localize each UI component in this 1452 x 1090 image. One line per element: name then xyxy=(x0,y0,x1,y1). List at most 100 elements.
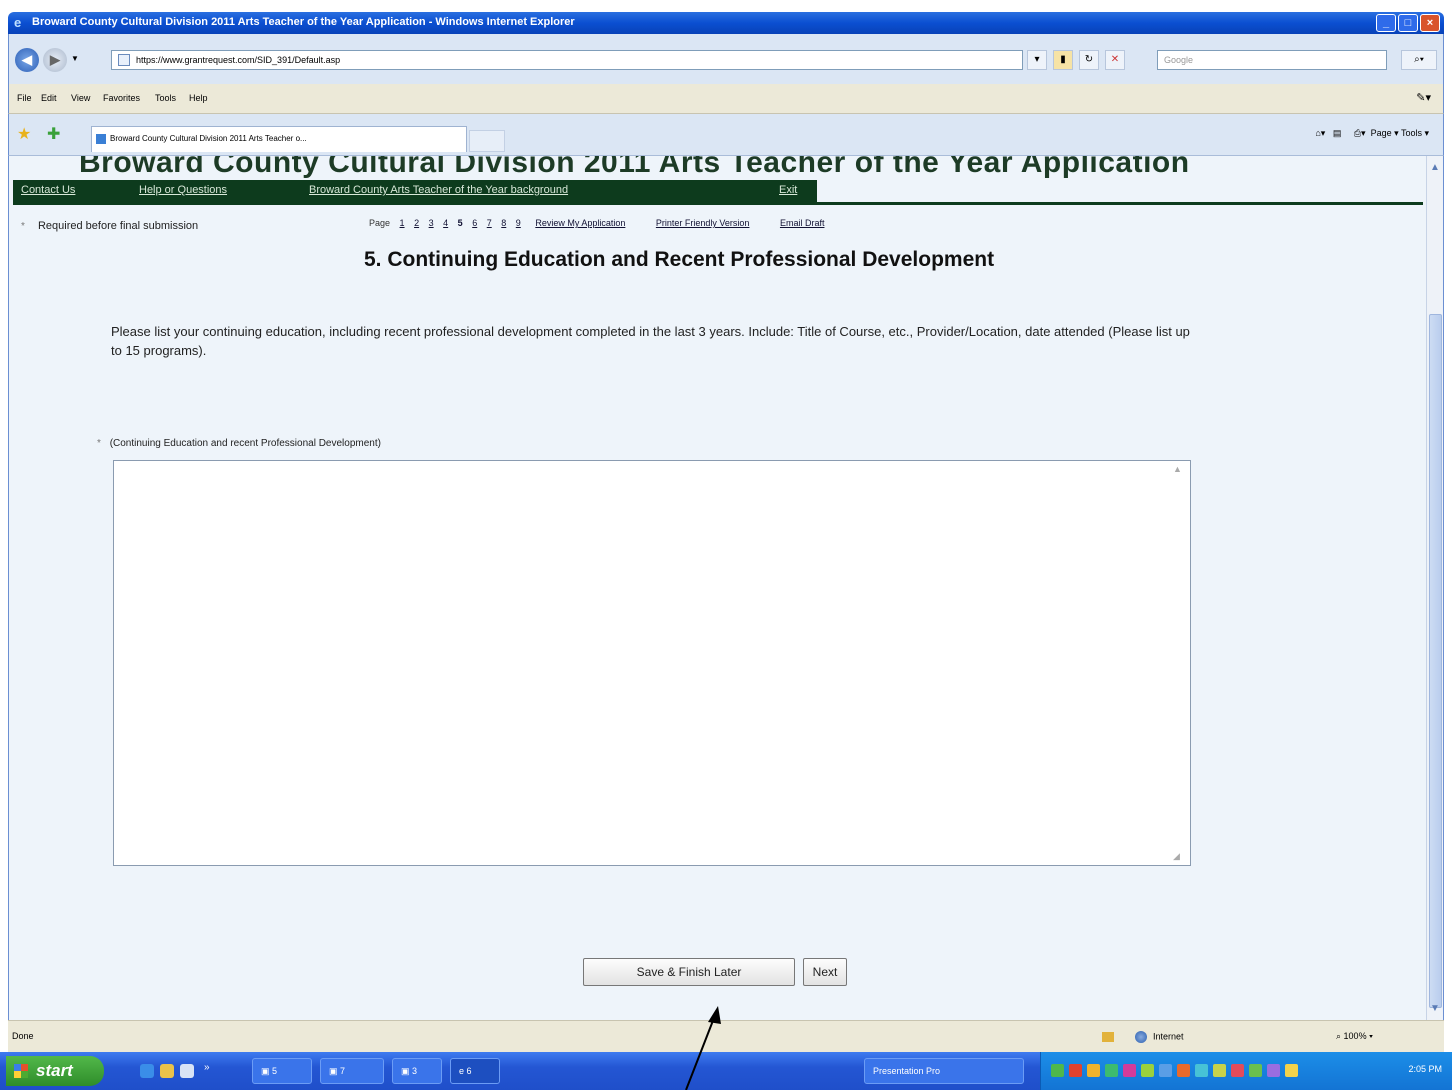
menu-view[interactable]: View xyxy=(71,93,90,103)
textarea-scroll-up-icon[interactable]: ▲ xyxy=(1173,464,1182,474)
tray-icon-9[interactable] xyxy=(1195,1064,1208,1077)
menu-bar: File Edit View Favorites Tools Help ✎▾ xyxy=(8,84,1444,114)
save-finish-later-button[interactable]: Save & Finish Later xyxy=(583,958,795,986)
maximize-button[interactable]: □ xyxy=(1398,14,1418,32)
tray-icon-6[interactable] xyxy=(1141,1064,1154,1077)
textarea-scrollbar[interactable]: ▲ ◢ xyxy=(1169,462,1189,864)
command-bar-label[interactable]: Page ▾ Tools ▾ xyxy=(1371,128,1429,138)
nav-contact-us[interactable]: Contact Us xyxy=(21,184,75,196)
minimize-button[interactable]: _ xyxy=(1376,14,1396,32)
menu-file[interactable]: File xyxy=(17,93,32,103)
feeds-icon[interactable]: ▤ xyxy=(1333,128,1342,138)
refresh-icon[interactable]: ↻ xyxy=(1079,50,1099,70)
tray-icon-10[interactable] xyxy=(1213,1064,1226,1077)
back-button[interactable]: ◀ xyxy=(15,48,39,72)
field-label: * (Continuing Education and recent Profe… xyxy=(97,438,381,449)
toolbar-extras-icon[interactable]: ✎▾ xyxy=(1416,91,1431,104)
page-link-7[interactable]: 7 xyxy=(487,218,492,228)
tray-icon-5[interactable] xyxy=(1123,1064,1136,1077)
search-input[interactable]: Google xyxy=(1157,50,1387,70)
nav-exit[interactable]: Exit xyxy=(779,184,797,196)
quicklaunch-ie-icon[interactable] xyxy=(140,1064,154,1078)
new-tab-button[interactable] xyxy=(469,130,505,152)
stop-icon[interactable]: ✕ xyxy=(1105,50,1125,70)
zoom-level: 100% xyxy=(1343,1031,1367,1041)
zone-label: Internet xyxy=(1153,1031,1184,1042)
command-bar[interactable]: ⌂▾ ▤ ⎙▾ Page ▾ Tools ▾ xyxy=(1315,128,1429,139)
tray-icon-7[interactable] xyxy=(1159,1064,1172,1077)
tray-icon-3[interactable] xyxy=(1087,1064,1100,1077)
page-link-9[interactable]: 9 xyxy=(516,218,521,228)
taskbar-group-1-count: 5 xyxy=(272,1066,278,1076)
zoom-control[interactable]: ⌕ 100% ▾ xyxy=(1336,1031,1373,1042)
forward-button[interactable]: ▶ xyxy=(43,48,67,72)
home-icon[interactable]: ⌂▾ xyxy=(1315,128,1325,138)
taskbar-group-ie[interactable]: e 6 xyxy=(450,1058,500,1084)
scroll-down-icon[interactable]: ▼ xyxy=(1430,1003,1440,1014)
scroll-up-icon[interactable]: ▲ xyxy=(1430,162,1440,173)
continuing-education-textarea[interactable] xyxy=(113,460,1191,866)
instructions-text: Please list your continuing education, i… xyxy=(111,324,1190,358)
tray-icon-2[interactable] xyxy=(1069,1064,1082,1077)
nav-background[interactable]: Broward County Arts Teacher of the Year … xyxy=(309,184,568,196)
tray-icon-14[interactable] xyxy=(1285,1064,1298,1077)
page-link-2[interactable]: 2 xyxy=(414,218,419,228)
nav-help-or-questions[interactable]: Help or Questions xyxy=(139,184,227,196)
taskbar: start » ▣ 5 ▣ 7 ▣ 3 e 6 Presentation Pro… xyxy=(0,1052,1452,1090)
scrollbar-thumb[interactable] xyxy=(1429,314,1442,1008)
browser-tab[interactable]: Broward County Cultural Division 2011 Ar… xyxy=(91,126,467,152)
printer-friendly-link[interactable]: Printer Friendly Version xyxy=(656,218,750,228)
window-title-bar[interactable]: e Broward County Cultural Division 2011 … xyxy=(8,12,1444,34)
menu-edit[interactable]: Edit xyxy=(41,93,57,103)
address-bar[interactable]: https://www.grantrequest.com/SID_391/Def… xyxy=(111,50,1023,70)
menu-tools[interactable]: Tools xyxy=(155,93,176,103)
page-link-3[interactable]: 3 xyxy=(429,218,434,228)
page-link-6[interactable]: 6 xyxy=(472,218,477,228)
search-icon[interactable]: ⌕▾ xyxy=(1401,50,1437,70)
taskbar-group-2-count: 7 xyxy=(340,1066,346,1076)
add-favorite-icon[interactable]: ✚ xyxy=(47,124,60,144)
favorites-star-icon[interactable]: ★ xyxy=(17,124,31,144)
tray-icon-13[interactable] xyxy=(1267,1064,1280,1077)
tray-icon-11[interactable] xyxy=(1231,1064,1244,1077)
address-dropdown-icon[interactable]: ▾ xyxy=(1027,50,1047,70)
page-scrollbar[interactable]: ▲ ▼ xyxy=(1426,156,1444,1020)
textarea-resize-icon[interactable]: ◢ xyxy=(1173,851,1180,862)
tray-icon-1[interactable] xyxy=(1051,1064,1064,1077)
page-label: Page xyxy=(369,218,391,228)
review-application-link[interactable]: Review My Application xyxy=(535,218,625,228)
page-link-4[interactable]: 4 xyxy=(443,218,448,228)
print-icon[interactable]: ⎙▾ xyxy=(1354,128,1366,138)
start-button[interactable]: start xyxy=(6,1056,104,1086)
lock-icon[interactable]: ▮ xyxy=(1053,50,1073,70)
menu-help[interactable]: Help xyxy=(189,93,208,103)
nav-divider xyxy=(13,202,1423,205)
page-link-8[interactable]: 8 xyxy=(501,218,506,228)
taskbar-group-2[interactable]: ▣ 7 xyxy=(320,1058,384,1084)
site-nav-bar: Contact Us Help or Questions Broward Cou… xyxy=(13,180,817,202)
close-button[interactable]: × xyxy=(1420,14,1440,32)
page-link-1[interactable]: 1 xyxy=(400,218,405,228)
ie-logo-icon: e xyxy=(14,15,22,30)
menu-favorites[interactable]: Favorites xyxy=(103,93,140,103)
tray-icon-12[interactable] xyxy=(1249,1064,1262,1077)
tray-icon-8[interactable] xyxy=(1177,1064,1190,1077)
history-dropdown-icon[interactable]: ▼ xyxy=(71,54,79,63)
address-text: https://www.grantrequest.com/SID_391/Def… xyxy=(136,55,341,65)
quicklaunch-desktop-icon[interactable] xyxy=(180,1064,194,1078)
taskbar-group-1[interactable]: ▣ 5 xyxy=(252,1058,312,1084)
protected-mode-icon xyxy=(1102,1032,1114,1042)
taskbar-group-3[interactable]: ▣ 3 xyxy=(392,1058,442,1084)
status-bar: Done Internet ⌕ 100% ▾ xyxy=(8,1020,1444,1052)
tray-icon-4[interactable] xyxy=(1105,1064,1118,1077)
window-title: Broward County Cultural Division 2011 Ar… xyxy=(32,16,575,28)
taskbar-group-3-count: 3 xyxy=(412,1066,418,1076)
next-button[interactable]: Next xyxy=(803,958,847,986)
email-draft-link[interactable]: Email Draft xyxy=(780,218,825,228)
windows-flag-icon xyxy=(14,1064,28,1078)
quicklaunch-folder-icon[interactable] xyxy=(160,1064,174,1078)
quicklaunch-more-icon[interactable]: » xyxy=(204,1062,210,1073)
required-note: * Required before final submission xyxy=(21,220,198,232)
tab-bar: ★ ✚ Broward County Cultural Division 201… xyxy=(8,114,1444,156)
taskbar-presentation[interactable]: Presentation Pro xyxy=(864,1058,1024,1084)
